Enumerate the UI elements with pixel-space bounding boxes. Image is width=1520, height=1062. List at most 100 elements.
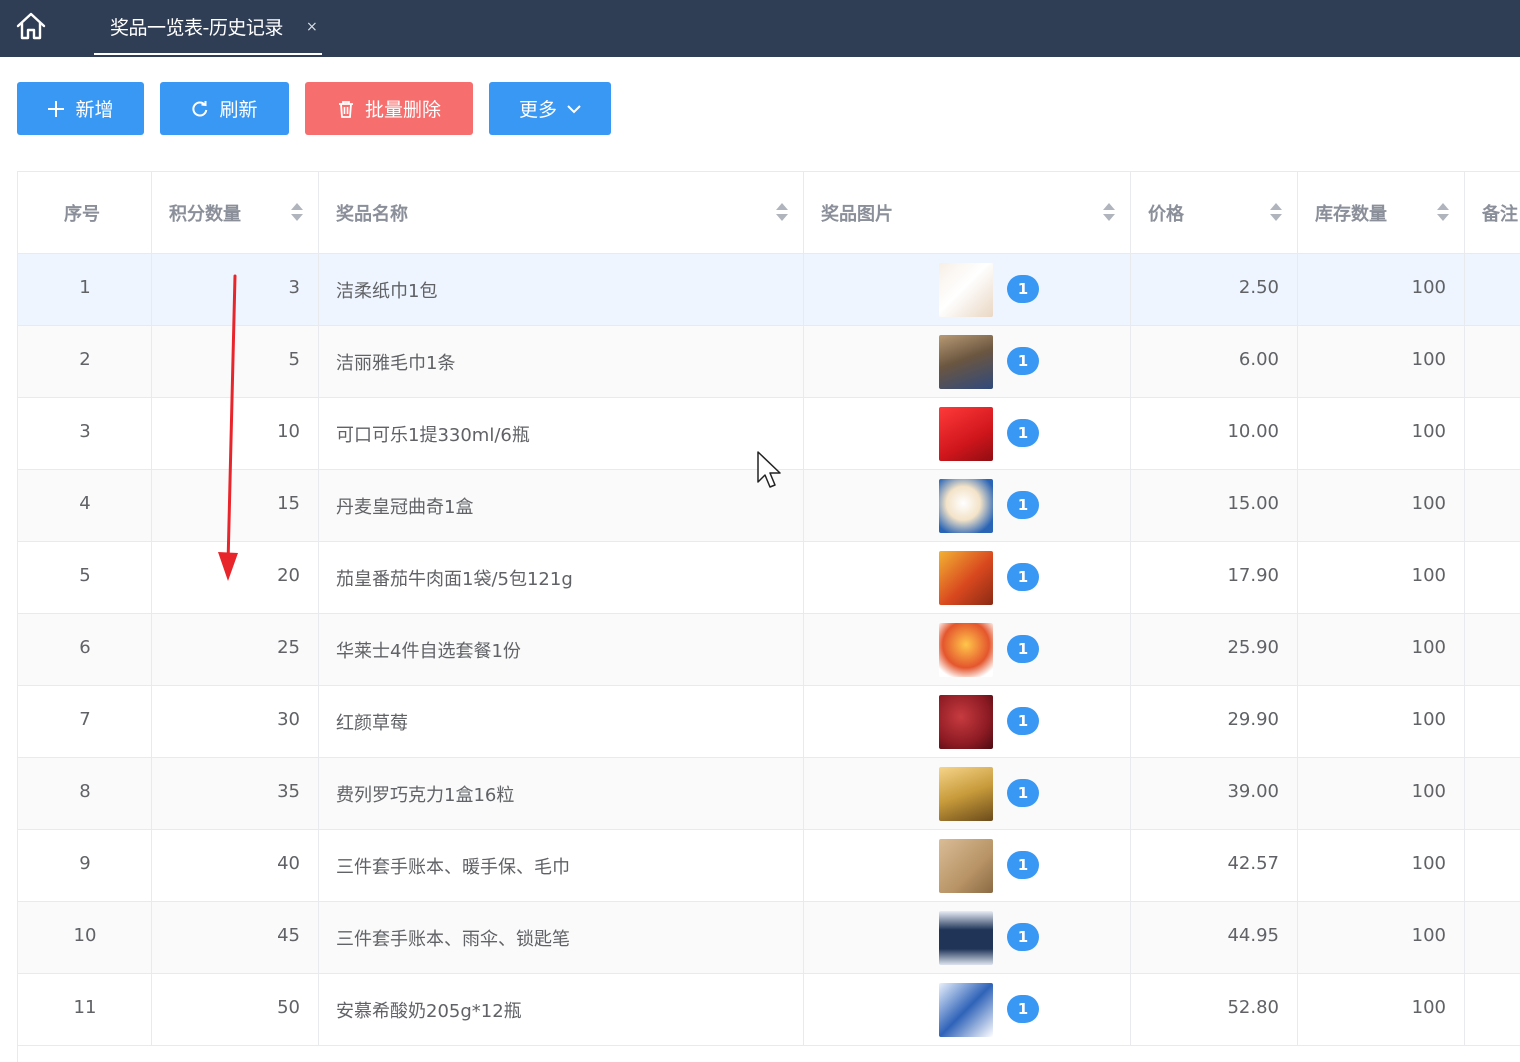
cell-name: 丹麦皇冠曲奇1盒 <box>319 470 804 541</box>
prize-thumbnail[interactable] <box>939 263 993 317</box>
cell-price: 25.90 <box>1131 614 1298 685</box>
row-number: 11 <box>73 997 97 1018</box>
header-points[interactable]: 积分数量 <box>152 172 319 254</box>
price-value: 10.00 <box>1227 421 1279 442</box>
prize-name: 红颜草莓 <box>336 713 408 734</box>
table-row[interactable]: 6 25 华莱士4件自选套餐1份 1 25.90 100 <box>18 614 1520 686</box>
table-row[interactable]: 11 50 安慕希酸奶205g*12瓶 1 52.80 100 <box>18 974 1520 1046</box>
stock-value: 100 <box>1411 565 1446 586</box>
cell-stock: 100 <box>1298 974 1465 1045</box>
table-row[interactable]: 8 35 费列罗巧克力1盒16粒 1 39.00 100 <box>18 758 1520 830</box>
add-button[interactable]: 新增 <box>17 82 144 135</box>
points-value: 3 <box>288 277 300 298</box>
row-number: 5 <box>79 565 91 586</box>
more-button-label: 更多 <box>518 99 557 121</box>
image-count-badge: 1 <box>1007 779 1039 807</box>
prize-thumbnail[interactable] <box>939 695 993 749</box>
tab-active-indicator <box>94 53 322 55</box>
cell-name: 红颜草莓 <box>319 686 804 757</box>
prize-name: 茄皇番茄牛肉面1袋/5包121g <box>336 569 573 590</box>
prize-name: 费列罗巧克力1盒16粒 <box>336 785 515 806</box>
cell-image: 1 <box>804 974 1131 1045</box>
sort-icon[interactable] <box>1269 201 1283 223</box>
prize-thumbnail[interactable] <box>939 407 993 461</box>
sort-icon[interactable] <box>775 201 789 223</box>
cell-points: 45 <box>152 902 319 973</box>
cell-name: 三件套手账本、暖手保、毛巾 <box>319 830 804 901</box>
table-row[interactable]: 7 30 红颜草莓 1 29.90 100 <box>18 686 1520 758</box>
row-number: 7 <box>79 709 91 730</box>
chevron-down-icon <box>567 104 581 113</box>
prize-thumbnail[interactable] <box>939 551 993 605</box>
cell-points: 25 <box>152 614 319 685</box>
cell-price: 2.50 <box>1131 254 1298 325</box>
prize-thumbnail[interactable] <box>939 623 993 677</box>
row-number: 8 <box>79 781 91 802</box>
price-value: 29.90 <box>1227 709 1279 730</box>
cell-stock: 100 <box>1298 326 1465 397</box>
points-value: 15 <box>277 493 300 514</box>
price-value: 15.00 <box>1227 493 1279 514</box>
header-name[interactable]: 奖品名称 <box>319 172 804 254</box>
sort-icon[interactable] <box>1436 201 1450 223</box>
cell-image: 1 <box>804 830 1131 901</box>
refresh-button[interactable]: 刷新 <box>160 82 289 135</box>
cell-remark <box>1465 398 1520 469</box>
prize-thumbnail[interactable] <box>939 335 993 389</box>
prize-thumbnail[interactable] <box>939 911 993 965</box>
header-no-label: 序号 <box>64 204 100 225</box>
header-stock[interactable]: 库存数量 <box>1298 172 1465 254</box>
points-value: 5 <box>288 349 300 370</box>
prize-thumbnail[interactable] <box>939 839 993 893</box>
stock-value: 100 <box>1411 853 1446 874</box>
cell-remark <box>1465 254 1520 325</box>
more-button[interactable]: 更多 <box>489 82 611 135</box>
row-number: 9 <box>79 853 91 874</box>
cell-no: 5 <box>18 542 152 613</box>
prize-thumbnail[interactable] <box>939 983 993 1037</box>
stock-value: 100 <box>1411 349 1446 370</box>
cell-points: 40 <box>152 830 319 901</box>
header-price[interactable]: 价格 <box>1131 172 1298 254</box>
home-icon[interactable] <box>14 9 48 43</box>
cell-stock: 100 <box>1298 398 1465 469</box>
prize-thumbnail[interactable] <box>939 767 993 821</box>
cell-remark <box>1465 686 1520 757</box>
stock-value: 100 <box>1411 637 1446 658</box>
points-value: 50 <box>277 997 300 1018</box>
prize-name: 安慕希酸奶205g*12瓶 <box>336 1001 522 1022</box>
price-value: 6.00 <box>1238 349 1279 370</box>
cell-no: 4 <box>18 470 152 541</box>
cell-price: 17.90 <box>1131 542 1298 613</box>
price-value: 44.95 <box>1227 925 1279 946</box>
cell-stock: 100 <box>1298 686 1465 757</box>
tab-prize-history[interactable]: 奖品一览表-历史记录 × <box>94 0 322 57</box>
sort-icon[interactable] <box>290 201 304 223</box>
cell-image: 1 <box>804 758 1131 829</box>
cell-stock: 100 <box>1298 542 1465 613</box>
cell-remark <box>1465 830 1520 901</box>
mouse-cursor-icon <box>757 451 781 488</box>
table-row[interactable]: 9 40 三件套手账本、暖手保、毛巾 1 42.57 100 <box>18 830 1520 902</box>
prize-thumbnail[interactable] <box>939 479 993 533</box>
sort-icon[interactable] <box>1102 201 1116 223</box>
table-row[interactable]: 10 45 三件套手账本、雨伞、锁匙笔 1 44.95 100 <box>18 902 1520 974</box>
header-remark: 备注 <box>1465 172 1520 254</box>
points-value: 25 <box>277 637 300 658</box>
row-number: 4 <box>79 493 91 514</box>
cell-stock: 100 <box>1298 254 1465 325</box>
add-button-label: 新增 <box>75 99 114 121</box>
stock-value: 100 <box>1411 421 1446 442</box>
stock-value: 100 <box>1411 781 1446 802</box>
image-count-badge: 1 <box>1007 347 1039 375</box>
prize-name: 可口可乐1提330ml/6瓶 <box>336 425 530 446</box>
points-value: 40 <box>277 853 300 874</box>
cell-remark <box>1465 326 1520 397</box>
header-image[interactable]: 奖品图片 <box>804 172 1131 254</box>
cell-no: 8 <box>18 758 152 829</box>
batch-delete-button[interactable]: 批量删除 <box>305 82 473 135</box>
cell-price: 6.00 <box>1131 326 1298 397</box>
cell-points: 35 <box>152 758 319 829</box>
cell-price: 29.90 <box>1131 686 1298 757</box>
tab-close-icon[interactable]: × <box>306 19 318 35</box>
